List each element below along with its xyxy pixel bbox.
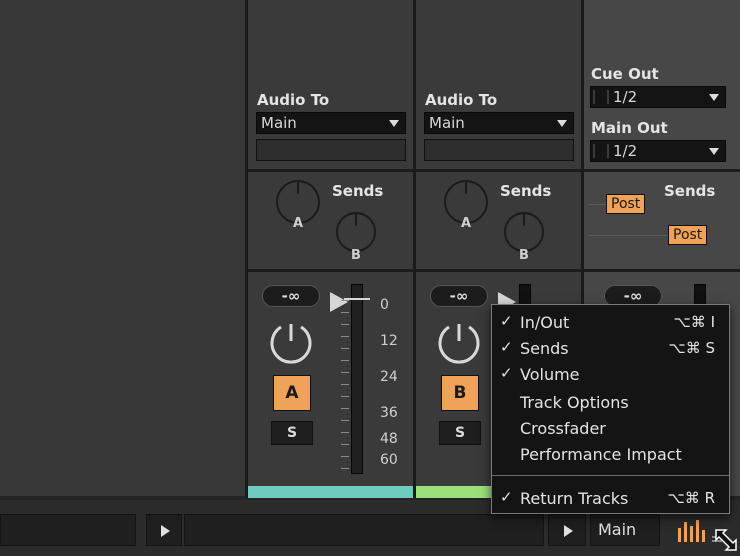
main-out-select[interactable]: 1/2	[590, 140, 726, 162]
resize-cursor-icon	[715, 529, 737, 551]
audio-to-value: Main	[261, 114, 297, 132]
post-toggle-2[interactable]: Post	[668, 225, 708, 245]
track-activator-button[interactable]: A	[273, 375, 311, 411]
menu-item-track-options[interactable]: Track Options	[492, 390, 729, 414]
audio-to-label: Audio To	[425, 91, 498, 109]
mixer-context-menu: ✓ In/Out ⌥⌘ I ✓ Sends ⌥⌘ S ✓ Volume Trac…	[491, 304, 730, 514]
menu-separator	[492, 475, 729, 476]
play-icon	[564, 525, 573, 537]
audio-to-value: Main	[429, 114, 465, 132]
play-button[interactable]	[146, 514, 182, 546]
db-scale-60: 60	[380, 452, 398, 468]
send-a-label: A	[461, 216, 472, 231]
section-divider	[416, 169, 581, 172]
pan-knob[interactable]	[436, 318, 482, 364]
menu-item-label: Crossfader	[520, 419, 606, 438]
main-out-value: 1/2	[613, 142, 638, 160]
fader-tick-marks	[341, 300, 349, 470]
menu-item-label: Track Options	[520, 393, 629, 412]
send-b-knob[interactable]	[504, 212, 544, 252]
volume-meter[interactable]	[351, 284, 363, 474]
section-divider	[584, 169, 740, 172]
track-color-strip	[248, 486, 413, 498]
menu-item-shortcut: ⌥⌘ S	[668, 339, 715, 357]
menu-item-label: Performance Impact	[520, 445, 682, 464]
checkmark-icon: ✓	[500, 338, 513, 356]
checkmark-icon: ✓	[500, 312, 513, 330]
section-divider	[584, 269, 740, 272]
menu-item-label: Return Tracks	[520, 489, 629, 508]
checkmark-icon: ✓	[500, 488, 513, 506]
audio-to-select[interactable]: Main	[424, 112, 574, 134]
send-line	[588, 235, 670, 236]
send-b-label: B	[519, 248, 529, 263]
sends-label: Sends	[664, 182, 716, 200]
menu-item-label: In/Out	[520, 313, 570, 332]
track-activator-button[interactable]: B	[441, 375, 479, 411]
chevron-down-icon	[709, 94, 719, 101]
send-b-knob[interactable]	[336, 212, 376, 252]
audio-to-channel-select[interactable]	[424, 139, 574, 161]
section-divider	[248, 169, 413, 172]
db-scale-0: 0	[380, 297, 389, 313]
pan-knob[interactable]	[268, 318, 314, 364]
play-button[interactable]	[548, 514, 586, 546]
sends-label: Sends	[500, 182, 552, 200]
solo-button[interactable]: S	[271, 421, 313, 445]
section-divider	[248, 269, 413, 272]
chevron-down-icon	[389, 120, 399, 127]
send-b-label: B	[351, 248, 361, 263]
bottom-field	[184, 514, 544, 546]
cue-out-select[interactable]: 1/2	[590, 86, 726, 108]
main-out-label: Main Out	[591, 119, 668, 137]
db-scale-12: 12	[380, 333, 398, 349]
db-scale-24: 24	[380, 369, 398, 385]
menu-item-shortcut: ⌥⌘ I	[673, 313, 715, 331]
post-toggle-1[interactable]: Post	[606, 194, 646, 214]
send-a-label: A	[293, 216, 304, 231]
track-column-1: Audio To Main Sends A B -∞ A S 0 12 24 3…	[248, 0, 413, 498]
grip-icon	[593, 90, 609, 104]
send-line	[588, 204, 608, 205]
cue-out-label: Cue Out	[591, 65, 659, 83]
chevron-down-icon	[709, 148, 719, 155]
menu-item-label: Volume	[520, 365, 580, 384]
menu-item-shortcut: ⌥⌘ R	[667, 489, 715, 507]
menu-item-label: Sends	[520, 339, 569, 358]
menu-item-in-out[interactable]: ✓ In/Out ⌥⌘ I	[492, 310, 729, 334]
solo-button[interactable]: S	[439, 421, 481, 445]
menu-item-crossfader[interactable]: Crossfader	[492, 416, 729, 440]
menu-item-performance-impact[interactable]: Performance Impact	[492, 442, 729, 466]
grip-icon	[593, 144, 609, 158]
volume-value-field[interactable]: -∞	[262, 285, 320, 307]
audio-to-select[interactable]: Main	[256, 112, 406, 134]
sends-label: Sends	[332, 182, 384, 200]
audio-to-label: Audio To	[257, 91, 330, 109]
volume-value-field[interactable]: -∞	[430, 285, 488, 307]
bottom-field	[0, 514, 136, 546]
db-scale-48: 48	[380, 431, 398, 447]
mixer-toggle-icon[interactable]	[676, 518, 706, 544]
checkmark-icon: ✓	[500, 364, 513, 382]
session-empty-area	[0, 0, 246, 496]
play-icon	[161, 525, 170, 537]
section-divider	[416, 269, 581, 272]
chevron-down-icon	[557, 120, 567, 127]
output-select[interactable]: Main	[590, 514, 660, 546]
menu-item-volume[interactable]: ✓ Volume	[492, 362, 729, 386]
menu-item-sends[interactable]: ✓ Sends ⌥⌘ S	[492, 336, 729, 360]
menu-item-return-tracks[interactable]: ✓ Return Tracks ⌥⌘ R	[492, 486, 729, 510]
db-scale-36: 36	[380, 405, 398, 421]
cue-out-value: 1/2	[613, 88, 638, 106]
audio-to-channel-select[interactable]	[256, 139, 406, 161]
